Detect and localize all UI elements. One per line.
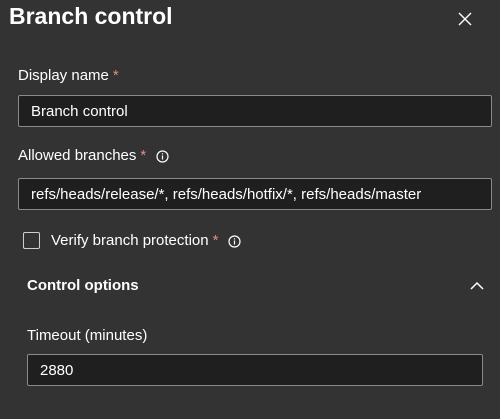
allowed-branches-input[interactable] — [18, 178, 492, 210]
branch-control-panel: Branch control Display name * Allowed br… — [0, 0, 500, 419]
close-button[interactable] — [452, 6, 478, 32]
display-name-input[interactable] — [18, 95, 492, 127]
verify-branch-protection-label: Verify branch protection * — [51, 232, 242, 250]
verify-branch-protection-info-button[interactable] — [228, 234, 242, 248]
allowed-branches-label: Allowed branches * — [18, 147, 169, 165]
timeout-label: Timeout (minutes) — [27, 327, 147, 345]
allowed-branches-label-text: Allowed branches — [18, 147, 137, 164]
control-options-title: Control options — [27, 277, 139, 294]
close-icon — [458, 12, 472, 26]
control-options-collapse-button[interactable] — [466, 276, 488, 294]
timeout-input[interactable] — [27, 354, 483, 386]
allowed-branches-info-button[interactable] — [156, 149, 169, 163]
display-name-label: Display name * — [18, 67, 119, 85]
required-indicator: * — [212, 232, 219, 249]
panel-title: Branch control — [9, 3, 173, 29]
required-indicator: * — [112, 67, 119, 84]
display-name-label-text: Display name — [18, 67, 109, 84]
info-icon — [156, 149, 169, 163]
chevron-up-icon — [470, 281, 484, 290]
required-indicator: * — [140, 147, 147, 164]
verify-branch-protection-checkbox[interactable] — [23, 232, 40, 249]
info-icon — [228, 234, 242, 248]
timeout-label-text: Timeout (minutes) — [27, 327, 148, 344]
verify-branch-protection-label-text: Verify branch protection — [51, 232, 209, 249]
